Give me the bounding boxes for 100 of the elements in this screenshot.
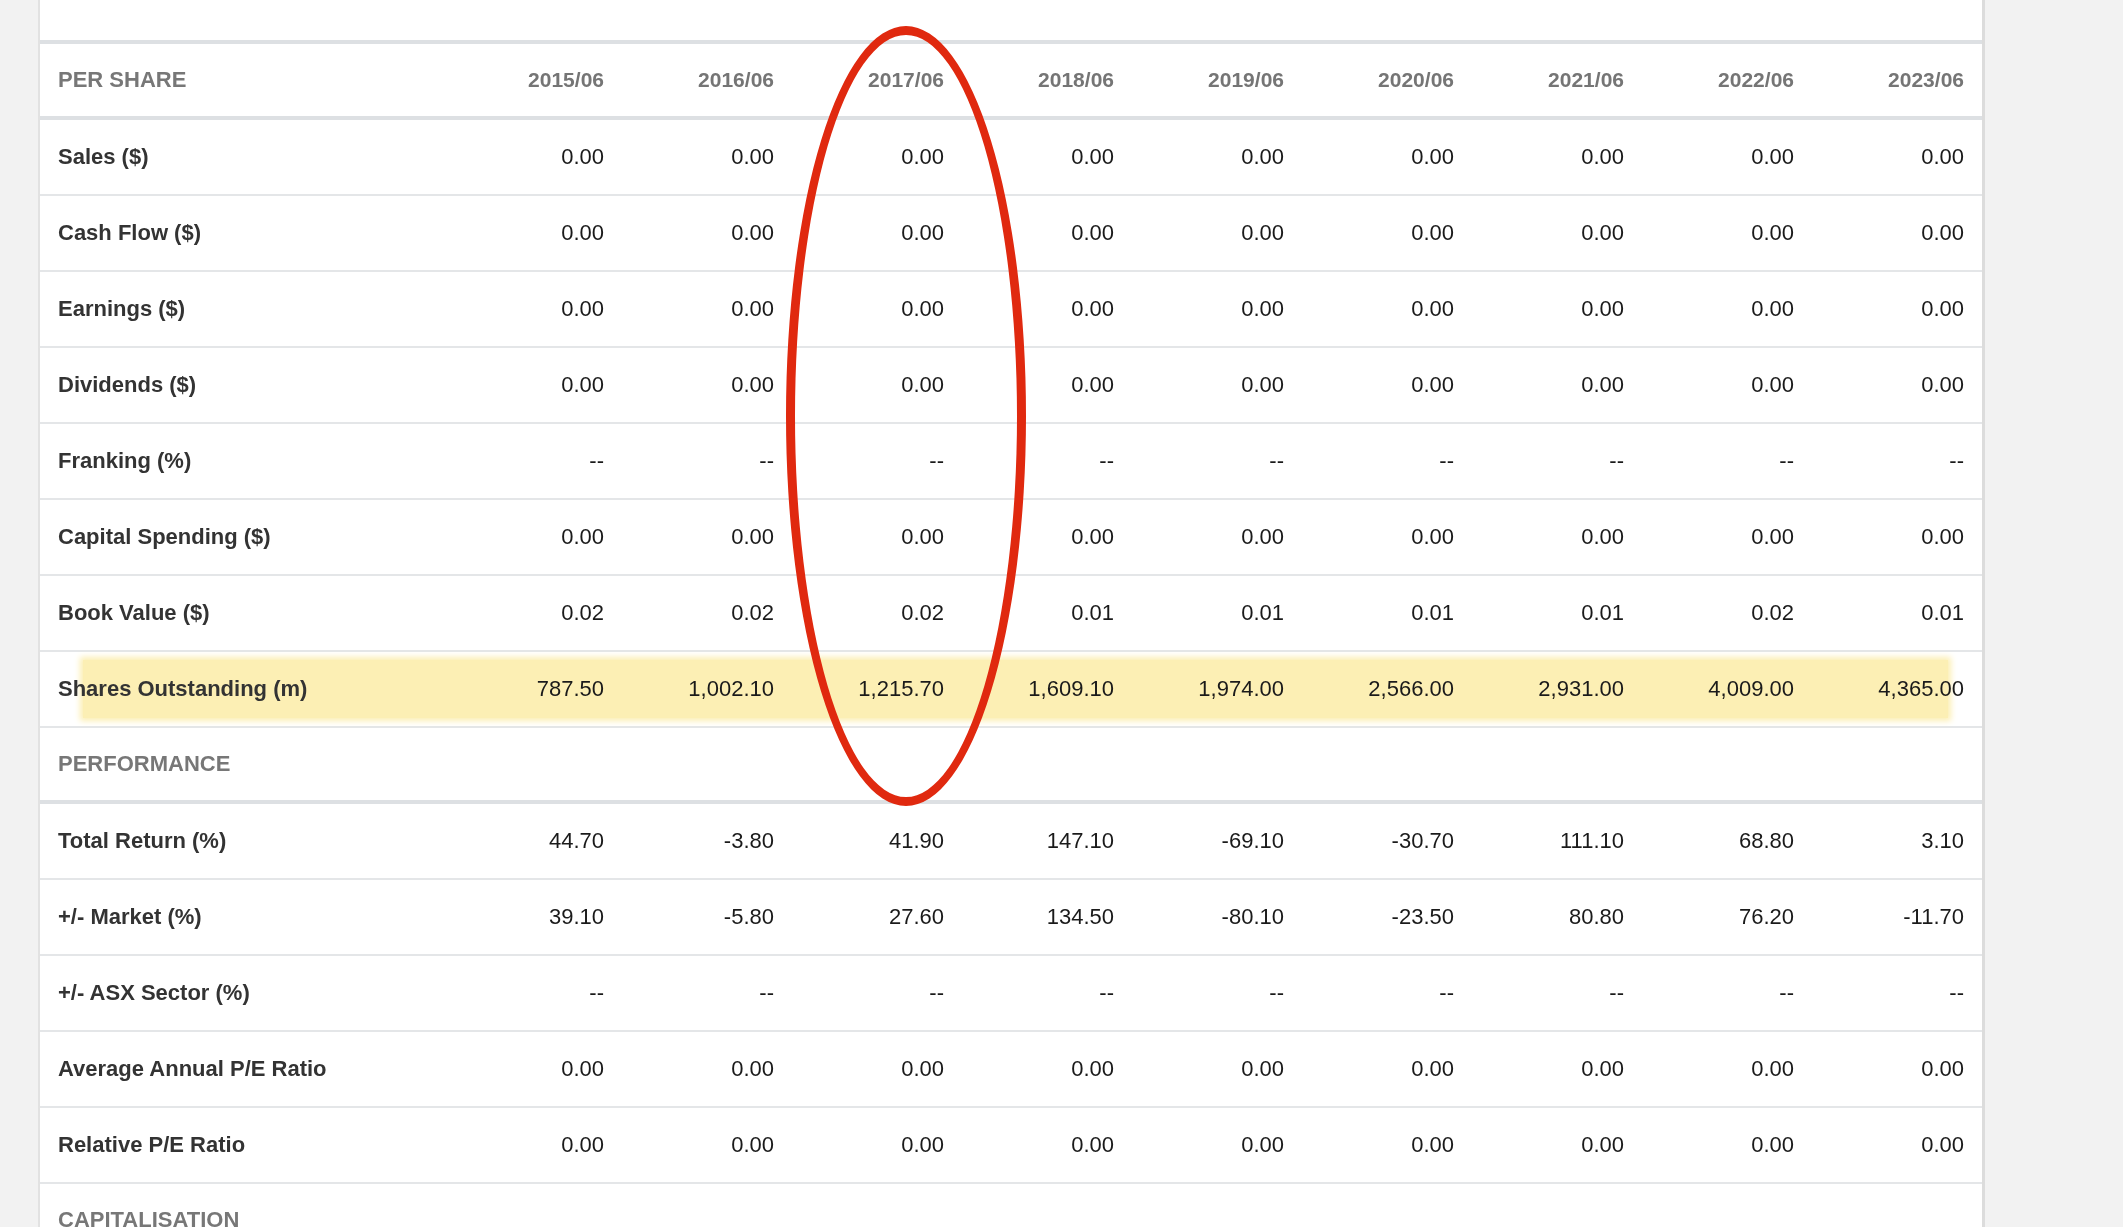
table-cell-text: 0.00	[900, 372, 944, 398]
table-cell-text: 0.00	[560, 296, 604, 322]
column-header: 2018/06	[1037, 68, 1114, 92]
table-cell-text: --	[588, 980, 604, 1006]
table-cell-text: 0.00	[730, 372, 774, 398]
table-cell-text: 0.00	[1070, 524, 1114, 550]
table-cell-text: 0.00	[1920, 372, 1964, 398]
table-cell-text: 0.00	[1410, 296, 1454, 322]
table-cell-text: 0.00	[1750, 372, 1794, 398]
table-cell-text: 0.00	[1920, 1132, 1964, 1158]
table-cell-text: 0.00	[1580, 524, 1624, 550]
table-cell-text: 0.00	[900, 220, 944, 246]
table-cell-text: 0.00	[900, 1132, 944, 1158]
table-cell-text: 4,009.00	[1707, 676, 1794, 702]
table-cell-text: 0.00	[1070, 144, 1114, 170]
table-cell-text: 0.00	[1750, 296, 1794, 322]
table-cell-text: -3.80	[722, 828, 774, 854]
table-cell-text: -11.70	[1902, 904, 1964, 930]
table-cell-text: --	[1608, 448, 1624, 474]
table-cell-text: 0.00	[1920, 220, 1964, 246]
table-cell-text: 0.00	[900, 1056, 944, 1082]
table-cell-text: 0.00	[1240, 372, 1284, 398]
section-heading: PERFORMANCE	[58, 751, 232, 777]
table-cell-text: 0.00	[1920, 296, 1964, 322]
row-label: Cash Flow ($)	[58, 220, 202, 246]
table-cell-text: 27.60	[887, 904, 944, 930]
column-header: 2020/06	[1377, 68, 1454, 92]
table-cell-text: 0.00	[1920, 524, 1964, 550]
table-cell-text: 0.02	[1750, 600, 1794, 626]
section-heading: CAPITALISATION	[58, 1207, 241, 1227]
table-cell-text: 0.01	[1580, 600, 1624, 626]
table-cell-text: 0.00	[900, 144, 944, 170]
table-cell-text: 0.00	[730, 524, 774, 550]
table-cell-text: 0.00	[560, 1056, 604, 1082]
table-cell-text: 0.00	[1750, 524, 1794, 550]
column-header: 2016/06	[697, 68, 774, 92]
table-cell-text: 0.00	[1410, 524, 1454, 550]
section-heading: PER SHARE	[58, 67, 188, 93]
table-cell-text: -5.80	[722, 904, 774, 930]
table-cell-text: 41.90	[887, 828, 944, 854]
table-cell-text: --	[1268, 980, 1284, 1006]
table-cell-text: 0.00	[560, 144, 604, 170]
table-cell-text: --	[1948, 448, 1964, 474]
table-cell-text: --	[1778, 448, 1794, 474]
table-cell-text: --	[588, 448, 604, 474]
table-cell-text: 0.02	[900, 600, 944, 626]
table-cell-text: 0.00	[1920, 1056, 1964, 1082]
row-label: Capital Spending ($)	[58, 524, 272, 550]
table-cell-text: 0.00	[1070, 1056, 1114, 1082]
column-header: 2019/06	[1207, 68, 1284, 92]
table-cell-text: 0.00	[1070, 220, 1114, 246]
table-cell-text: --	[928, 448, 944, 474]
table-cell-text: 0.00	[900, 296, 944, 322]
table-cell-text: -69.10	[1220, 828, 1284, 854]
table-cell-text: -80.10	[1220, 904, 1284, 930]
table-cell-text: --	[758, 980, 774, 1006]
table-cell-text: 0.00	[1580, 1056, 1624, 1082]
table-cell-text: 0.00	[1750, 220, 1794, 246]
table-cell-text: --	[928, 980, 944, 1006]
table-cell-text: 0.00	[1070, 1132, 1114, 1158]
row-label: Sales ($)	[58, 144, 150, 170]
table-cell-text: 4,365.00	[1877, 676, 1964, 702]
table-cell-text: 0.00	[1580, 1132, 1624, 1158]
table-cell-text: 1,974.00	[1197, 676, 1284, 702]
row-label: Earnings ($)	[58, 296, 187, 322]
table-cell-text: 0.00	[1410, 1132, 1454, 1158]
table-cell-text: 76.20	[1737, 904, 1794, 930]
table-cell-text: 68.80	[1737, 828, 1794, 854]
table-cell-text: 0.00	[1580, 296, 1624, 322]
table-cell-text: 0.01	[1240, 600, 1284, 626]
table-cell-text: -23.50	[1390, 904, 1454, 930]
table-cell-text: --	[1098, 448, 1114, 474]
row-label: Book Value ($)	[58, 600, 211, 626]
table-cell-text: 0.01	[1410, 600, 1454, 626]
table-cell-text: 787.50	[535, 676, 604, 702]
table-cell-text: 3.10	[1920, 828, 1964, 854]
row-label: Total Return (%)	[58, 828, 228, 854]
column-header: 2022/06	[1717, 68, 1794, 92]
column-header: 2015/06	[527, 68, 604, 92]
row-label: +/- ASX Sector (%)	[58, 980, 251, 1006]
row-label: Franking (%)	[58, 448, 193, 474]
table-cell-text: --	[1098, 980, 1114, 1006]
row-label: Relative P/E Ratio	[58, 1132, 247, 1158]
table-cell-text: -30.70	[1390, 828, 1454, 854]
table-cell-text: 0.00	[900, 524, 944, 550]
table-cell-text: 0.00	[1580, 144, 1624, 170]
row-label: Average Annual P/E Ratio	[58, 1056, 328, 1082]
column-header: 2021/06	[1547, 68, 1624, 92]
table-cell-text: 1,215.70	[857, 676, 944, 702]
table-cell-text: --	[1778, 980, 1794, 1006]
table-cell-text: 134.50	[1045, 904, 1114, 930]
row-label: Shares Outstanding (m)	[58, 676, 309, 702]
table-cell-text: 0.00	[1240, 1132, 1284, 1158]
table-cell-text: 0.00	[1410, 372, 1454, 398]
table-cell-text: 1,609.10	[1027, 676, 1114, 702]
table-cell-text: 111.10	[1558, 828, 1624, 854]
table-cell-text: 1,002.10	[687, 676, 774, 702]
table-cell-text: 0.00	[1410, 1056, 1454, 1082]
table-cell-text: 147.10	[1045, 828, 1114, 854]
table-cell-text: 39.10	[547, 904, 604, 930]
